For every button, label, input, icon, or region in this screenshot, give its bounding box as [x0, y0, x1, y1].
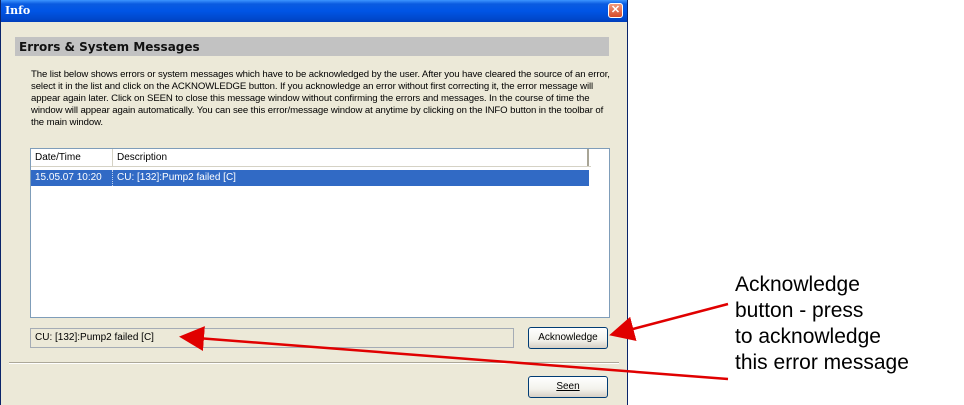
- messages-list[interactable]: Date/Time Description 15.05.07 10:20 CU:…: [30, 148, 610, 318]
- close-icon[interactable]: ✕: [608, 3, 623, 18]
- callout-line: to acknowledge: [735, 325, 881, 348]
- arrow-to-acknowledge-button: [609, 302, 729, 341]
- seen-button-label: Seen: [556, 381, 580, 392]
- separator: [9, 362, 619, 364]
- title-bar[interactable]: Info ✕: [1, 0, 627, 22]
- list-item-description: CU: [132]:Pump2 failed [C]: [117, 172, 236, 183]
- info-window: Info ✕ Errors & System Messages The list…: [0, 0, 628, 405]
- seen-button[interactable]: Seen: [528, 376, 608, 398]
- list-header: Date/Time Description: [31, 149, 591, 167]
- acknowledge-button[interactable]: Acknowledge: [528, 327, 608, 349]
- list-item[interactable]: 15.05.07 10:20 CU: [132]:Pump2 failed [C…: [31, 170, 589, 186]
- callout-line: button - press: [735, 299, 864, 322]
- callout-line: this error message: [735, 351, 909, 374]
- list-item-date: 15.05.07 10:20: [31, 170, 113, 186]
- column-header-date[interactable]: Date/Time: [31, 149, 113, 166]
- selected-message-field: CU: [132]:Pump2 failed [C]: [30, 328, 514, 348]
- callout-line: Acknowledge: [735, 273, 860, 296]
- description-text: The list below shows errors or system me…: [31, 69, 610, 128]
- column-header-description[interactable]: Description: [113, 149, 589, 166]
- window-title: Info: [5, 4, 31, 17]
- section-title: Errors & System Messages: [19, 40, 200, 54]
- callout-text: Acknowledge button - press to acknowledg…: [735, 272, 960, 376]
